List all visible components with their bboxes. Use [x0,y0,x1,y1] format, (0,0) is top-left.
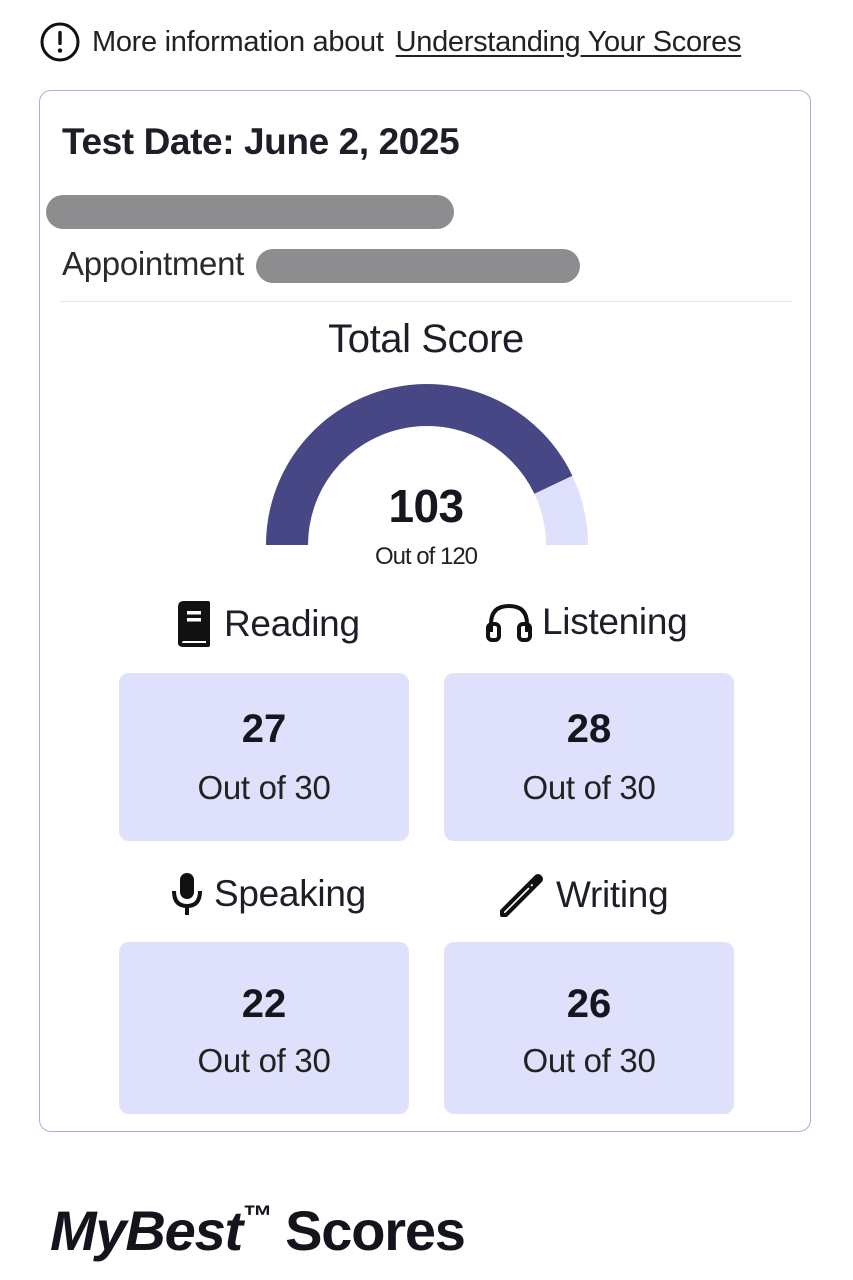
listening-score-box: 28 Out of 30 [444,673,734,841]
total-score-value: 103 [388,480,465,532]
mybest-scores-heading: MyBest™ Scores [50,1198,466,1263]
writing-score-box: 26 Out of 30 [444,942,734,1114]
appointment-label: Appointment [62,245,244,282]
listening-score: 28 [566,707,612,751]
redacted-appointment-number [256,249,580,283]
writing-label: Writing [556,874,669,915]
understanding-scores-link[interactable]: Understanding Your Scores [396,26,742,59]
info-text: More information about [92,25,384,58]
redacted-name [46,195,454,229]
speaking-label: Speaking [214,873,366,914]
trademark-symbol: ™ [241,1200,272,1234]
total-score-title: Total Score [328,317,524,361]
total-score-max: Out of 120 [374,543,478,570]
reading-max: Out of 30 [197,769,331,806]
book-icon [178,601,210,647]
listening-label: Listening [542,601,688,642]
writing-score: 26 [566,982,612,1026]
speaking-max: Out of 30 [197,1042,331,1079]
writing-heading: Writing [498,871,669,919]
headphones-icon [486,603,532,642]
reading-score-box: 27 Out of 30 [119,673,409,841]
test-date: Test Date: June 2, 2025 [62,121,460,162]
mybest-brand: MyBest [50,1199,243,1262]
divider [60,301,792,302]
speaking-score: 22 [241,982,287,1026]
reading-score: 27 [241,707,287,751]
speaking-score-box: 22 Out of 30 [119,942,409,1114]
microphone-icon [172,873,202,915]
listening-max: Out of 30 [522,769,656,806]
mybest-suffix: Scores [285,1199,466,1262]
pencil-icon [500,874,543,917]
writing-max: Out of 30 [522,1042,656,1079]
alert-circle-icon [40,22,80,62]
score-card: Test Date: June 2, 2025 Appointment Tota… [39,90,811,1132]
info-line: More information about Understanding You… [40,18,742,66]
reading-heading: Reading [174,601,360,647]
listening-heading: Listening [486,601,688,643]
reading-label: Reading [224,603,360,644]
speaking-heading: Speaking [170,871,366,917]
